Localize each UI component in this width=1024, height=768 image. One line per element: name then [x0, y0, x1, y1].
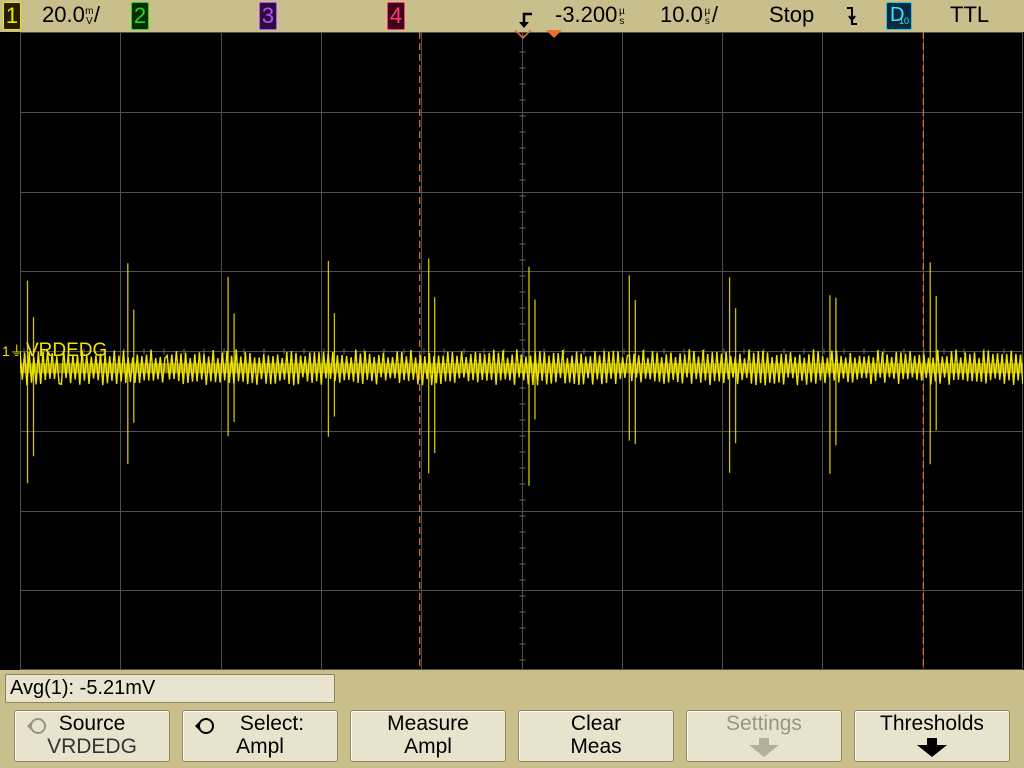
per-div-slash: /	[711, 2, 718, 27]
digital-sub-label: 10	[899, 16, 910, 26]
softkey-label: Source	[58, 712, 126, 735]
measurement-readout: Avg(1): -5.21mV	[5, 674, 335, 703]
thresholds-softkey[interactable]: Thresholds	[854, 710, 1010, 762]
measurement-text: Avg(1): -5.21mV	[10, 677, 156, 699]
unit-bottom: V	[85, 16, 93, 27]
channel-3-indicator[interactable]: 3	[259, 2, 277, 30]
timebase-unit: µs	[703, 7, 712, 27]
timebase-value: 10.0	[660, 2, 703, 27]
per-div-slash: /	[93, 2, 100, 27]
trigger-position-markers	[515, 30, 562, 40]
softkey-value: VRDEDG	[47, 735, 137, 758]
ch1-scale-value: 20.0	[42, 2, 85, 27]
select-softkey[interactable]: Select: Ampl	[182, 710, 338, 762]
softkey-value: Ampl	[236, 735, 284, 758]
trigger-reference-icon	[519, 12, 532, 28]
ground-reference-marker[interactable]: 1⏚	[2, 342, 24, 360]
softkey-label: Clear	[570, 712, 622, 735]
unit-bottom: s	[704, 16, 710, 27]
channel-4-indicator[interactable]: 4	[387, 2, 405, 30]
softkey-value: Ampl	[404, 735, 452, 758]
unit-bottom: s	[619, 16, 625, 27]
waveform-trace-core	[20, 363, 1023, 374]
status-bar: 1 20.0 m V/ 2 3 4 -3.200 µ s 10.0 µ s / Stop D …	[0, 0, 1024, 32]
channel-2-label: 2	[133, 3, 147, 28]
trigger-marker	[546, 30, 562, 38]
softkey-label: Select:	[239, 712, 305, 735]
channel-label: VRDEDG	[26, 340, 108, 361]
ch1-scale-readout: 20.0 m V /	[42, 0, 100, 32]
settings-softkey[interactable]: Settings	[686, 710, 842, 762]
timebase-readout: 10.0 µ s /	[660, 0, 718, 32]
source-softkey[interactable]: Source VRDEDG	[14, 710, 170, 762]
run-state: Stop	[769, 2, 815, 27]
delay-unit: µs	[617, 7, 626, 27]
graticule	[20, 32, 1023, 670]
falling-edge-icon	[847, 7, 857, 25]
measure-softkey[interactable]: Measure Ampl	[350, 710, 506, 762]
delay-value: -3.200	[555, 2, 618, 27]
channel-2-indicator[interactable]: 2	[131, 2, 149, 30]
softkey-panel: Avg(1): -5.21mV Source VRDEDG Select: Am…	[0, 670, 1024, 768]
channel-1-label: 1	[5, 3, 19, 28]
ground-marker-number: 1	[2, 343, 10, 359]
softkey-label: Measure	[387, 712, 469, 735]
threshold-label: TTL	[950, 2, 990, 27]
softkey-label: Settings	[726, 712, 802, 735]
center-axis-ticks	[23, 35, 1005, 661]
waveform-display[interactable]	[20, 32, 1023, 670]
softkey-value: Meas	[570, 735, 622, 758]
channel-3-label: 3	[261, 3, 275, 28]
arrow-down-icon	[917, 738, 947, 757]
softkey-label: Thresholds	[880, 712, 984, 735]
digital-channels-indicator[interactable]: D 10	[886, 2, 912, 30]
clear-meas-softkey[interactable]: Clear Meas	[518, 710, 674, 762]
channel-1-indicator[interactable]: 1	[3, 2, 21, 30]
ch1-scale-unit: mV	[85, 7, 94, 27]
trigger-delay-readout: -3.200 µ s	[555, 0, 626, 32]
channel-4-label: 4	[389, 3, 403, 28]
arrow-down-icon	[749, 738, 779, 757]
delay-marker-outline	[515, 30, 532, 40]
